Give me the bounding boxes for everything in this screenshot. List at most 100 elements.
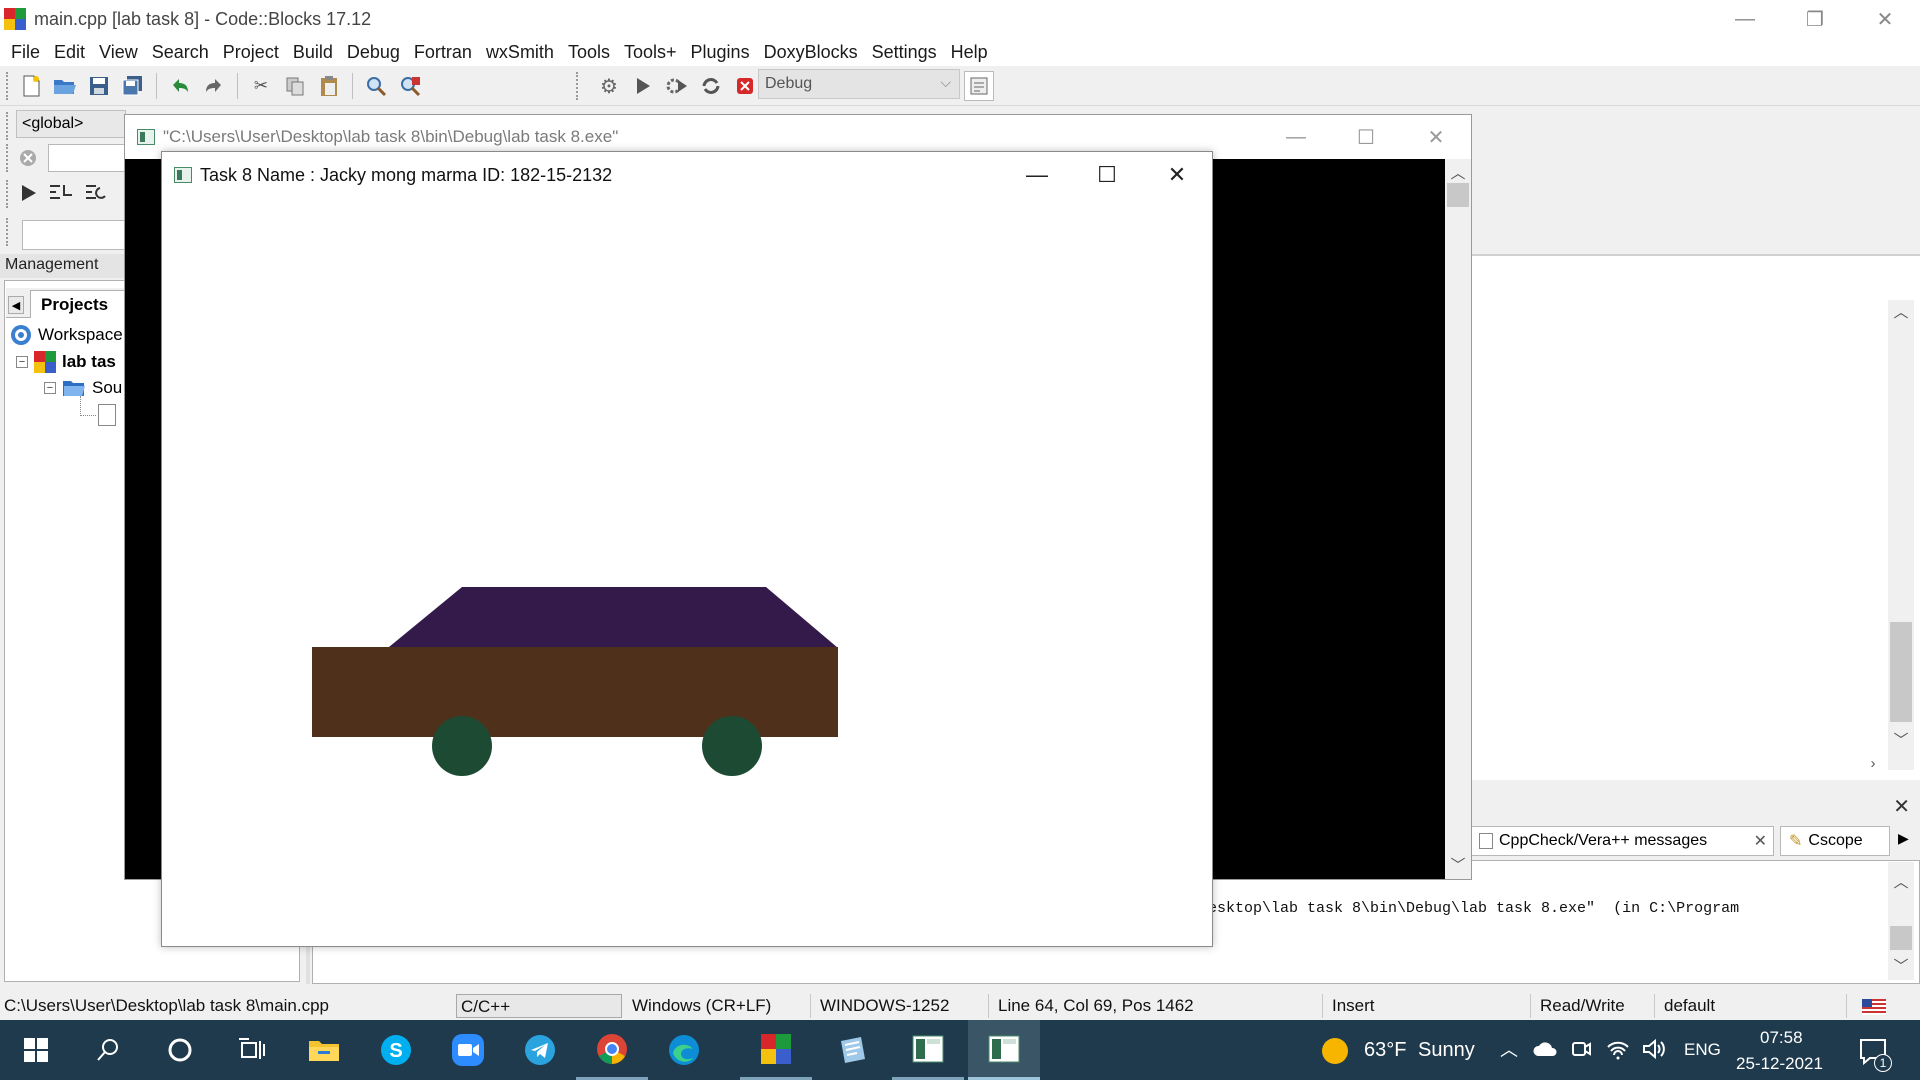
collapse-icon[interactable]: − — [44, 382, 56, 394]
scroll-thumb[interactable] — [1447, 183, 1469, 207]
menu-view[interactable]: View — [92, 42, 145, 63]
scroll-up-icon[interactable]: ︿ — [1445, 161, 1471, 183]
menu-search[interactable]: Search — [145, 42, 216, 63]
abort-icon[interactable] — [730, 71, 760, 101]
build-gear-icon[interactable]: ⚙ — [594, 71, 624, 101]
clock-time[interactable]: 07:58 — [1760, 1028, 1803, 1048]
scroll-thumb[interactable] — [1890, 622, 1912, 722]
menu-tools-plus[interactable]: Tools+ — [617, 42, 684, 63]
edge-button[interactable] — [648, 1020, 720, 1080]
weather-temp[interactable]: 63°F — [1364, 1039, 1406, 1062]
tab-cscope[interactable]: ✎ Cscope — [1780, 826, 1890, 856]
collapse-icon[interactable]: − — [16, 356, 28, 368]
chrome-button[interactable] — [576, 1020, 648, 1080]
file-icon[interactable] — [98, 404, 116, 426]
tab-scroll-right-icon[interactable]: ▶ — [1898, 830, 1909, 847]
menu-build[interactable]: Build — [286, 42, 340, 63]
menu-project[interactable]: Project — [216, 42, 286, 63]
telegram-button[interactable] — [504, 1020, 576, 1080]
paste-icon[interactable] — [314, 71, 344, 101]
search-button[interactable] — [72, 1020, 144, 1080]
scroll-down-icon[interactable]: ﹀ — [1888, 728, 1914, 750]
notes-button[interactable] — [816, 1020, 888, 1080]
replace-icon[interactable] — [395, 71, 425, 101]
search-input[interactable] — [48, 144, 128, 172]
clear-search-icon[interactable] — [16, 146, 40, 170]
toolbar-grip[interactable] — [6, 180, 9, 208]
menu-edit[interactable]: Edit — [47, 42, 92, 63]
gl-minimize-button[interactable]: — — [1002, 152, 1072, 198]
tree-item-workspace[interactable]: Workspace — [10, 324, 123, 346]
scroll-thumb[interactable] — [1890, 926, 1912, 950]
console-maximize-button[interactable]: ☐ — [1331, 115, 1401, 159]
input-language[interactable]: ENG — [1684, 1040, 1721, 1060]
debug-run-icon[interactable] — [18, 182, 40, 204]
scroll-right-icon[interactable]: › — [1860, 752, 1886, 774]
codeblocks-taskbar-button[interactable] — [740, 1020, 812, 1080]
menu-fortran[interactable]: Fortran — [407, 42, 479, 63]
close-button[interactable]: ✕ — [1850, 0, 1920, 38]
menu-tools[interactable]: Tools — [561, 42, 617, 63]
build-and-run-icon[interactable] — [662, 71, 692, 101]
step-over-icon[interactable] — [84, 182, 112, 204]
restore-button[interactable]: ❐ — [1780, 0, 1850, 38]
run-icon[interactable] — [628, 71, 658, 101]
scroll-up-icon[interactable]: ︿ — [1888, 300, 1914, 322]
meet-now-icon[interactable] — [1570, 1038, 1592, 1060]
menu-plugins[interactable]: Plugins — [684, 42, 757, 63]
console-scrollbar[interactable]: ︿ ﹀ — [1445, 159, 1471, 879]
menu-wxsmith[interactable]: wxSmith — [479, 42, 561, 63]
toolbar-grip[interactable] — [6, 218, 9, 246]
tree-item-sources[interactable]: − Sou — [44, 378, 122, 398]
save-all-icon[interactable] — [118, 71, 148, 101]
close-messages-icon[interactable]: ✕ — [1893, 794, 1910, 819]
onedrive-cloud-icon[interactable] — [1532, 1040, 1558, 1058]
tab-cppcheck[interactable]: CppCheck/Vera++ messages ✕ — [1470, 826, 1774, 856]
volume-icon[interactable] — [1642, 1038, 1666, 1060]
menu-file[interactable]: File — [4, 42, 47, 63]
gl-maximize-button[interactable]: ☐ — [1072, 152, 1142, 198]
console-close-button[interactable]: ✕ — [1401, 115, 1471, 159]
menu-debug[interactable]: Debug — [340, 42, 407, 63]
open-folder-icon[interactable] — [50, 71, 80, 101]
step-into-icon[interactable] — [48, 182, 76, 204]
console-taskbar-button[interactable] — [892, 1020, 964, 1080]
menu-doxyblocks[interactable]: DoxyBlocks — [757, 42, 865, 63]
opengl-window[interactable]: Task 8 Name : Jacky mong marma ID: 182-1… — [161, 151, 1213, 947]
new-file-icon[interactable] — [16, 71, 46, 101]
menu-help[interactable]: Help — [944, 42, 995, 63]
build-target-select[interactable]: Debug ⌵ — [758, 69, 960, 99]
gl-canvas[interactable] — [162, 198, 1212, 946]
skype-button[interactable]: S — [360, 1020, 432, 1080]
symbol-input[interactable] — [22, 220, 128, 250]
weather-text[interactable]: Sunny — [1418, 1039, 1475, 1062]
toolbar-grip[interactable] — [576, 72, 579, 100]
rebuild-icon[interactable] — [696, 71, 726, 101]
gl-taskbar-button[interactable] — [968, 1020, 1040, 1080]
file-explorer-button[interactable] — [288, 1020, 360, 1080]
save-icon[interactable] — [84, 71, 114, 101]
task-view-button[interactable] — [216, 1020, 288, 1080]
find-icon[interactable] — [361, 71, 391, 101]
scroll-up-icon[interactable]: ︿ — [1888, 870, 1914, 892]
gl-close-button[interactable]: ✕ — [1142, 152, 1212, 198]
clock-date[interactable]: 25-12-2021 — [1736, 1054, 1823, 1074]
console-minimize-button[interactable]: — — [1261, 115, 1331, 159]
menu-settings[interactable]: Settings — [865, 42, 944, 63]
undo-icon[interactable] — [165, 71, 195, 101]
show-hidden-icons-icon[interactable]: ︿ — [1500, 1036, 1518, 1062]
tree-item-project[interactable]: − lab tas — [16, 351, 116, 373]
tab-projects[interactable]: Projects — [30, 290, 126, 318]
scope-combo[interactable]: <global> — [16, 110, 126, 138]
scroll-down-icon[interactable]: ﹀ — [1445, 853, 1471, 875]
redo-icon[interactable] — [199, 71, 229, 101]
tab-scroll-left-icon[interactable]: ◀ — [8, 296, 24, 314]
show-target-dialog-icon[interactable] — [964, 71, 994, 101]
toolbar-grip[interactable] — [6, 144, 9, 172]
scroll-down-icon[interactable]: ﹀ — [1888, 954, 1914, 976]
wifi-icon[interactable] — [1606, 1038, 1630, 1060]
close-tab-icon[interactable]: ✕ — [1754, 831, 1767, 851]
zoom-button[interactable] — [432, 1020, 504, 1080]
cortana-button[interactable] — [144, 1020, 216, 1080]
start-button[interactable] — [0, 1020, 72, 1080]
